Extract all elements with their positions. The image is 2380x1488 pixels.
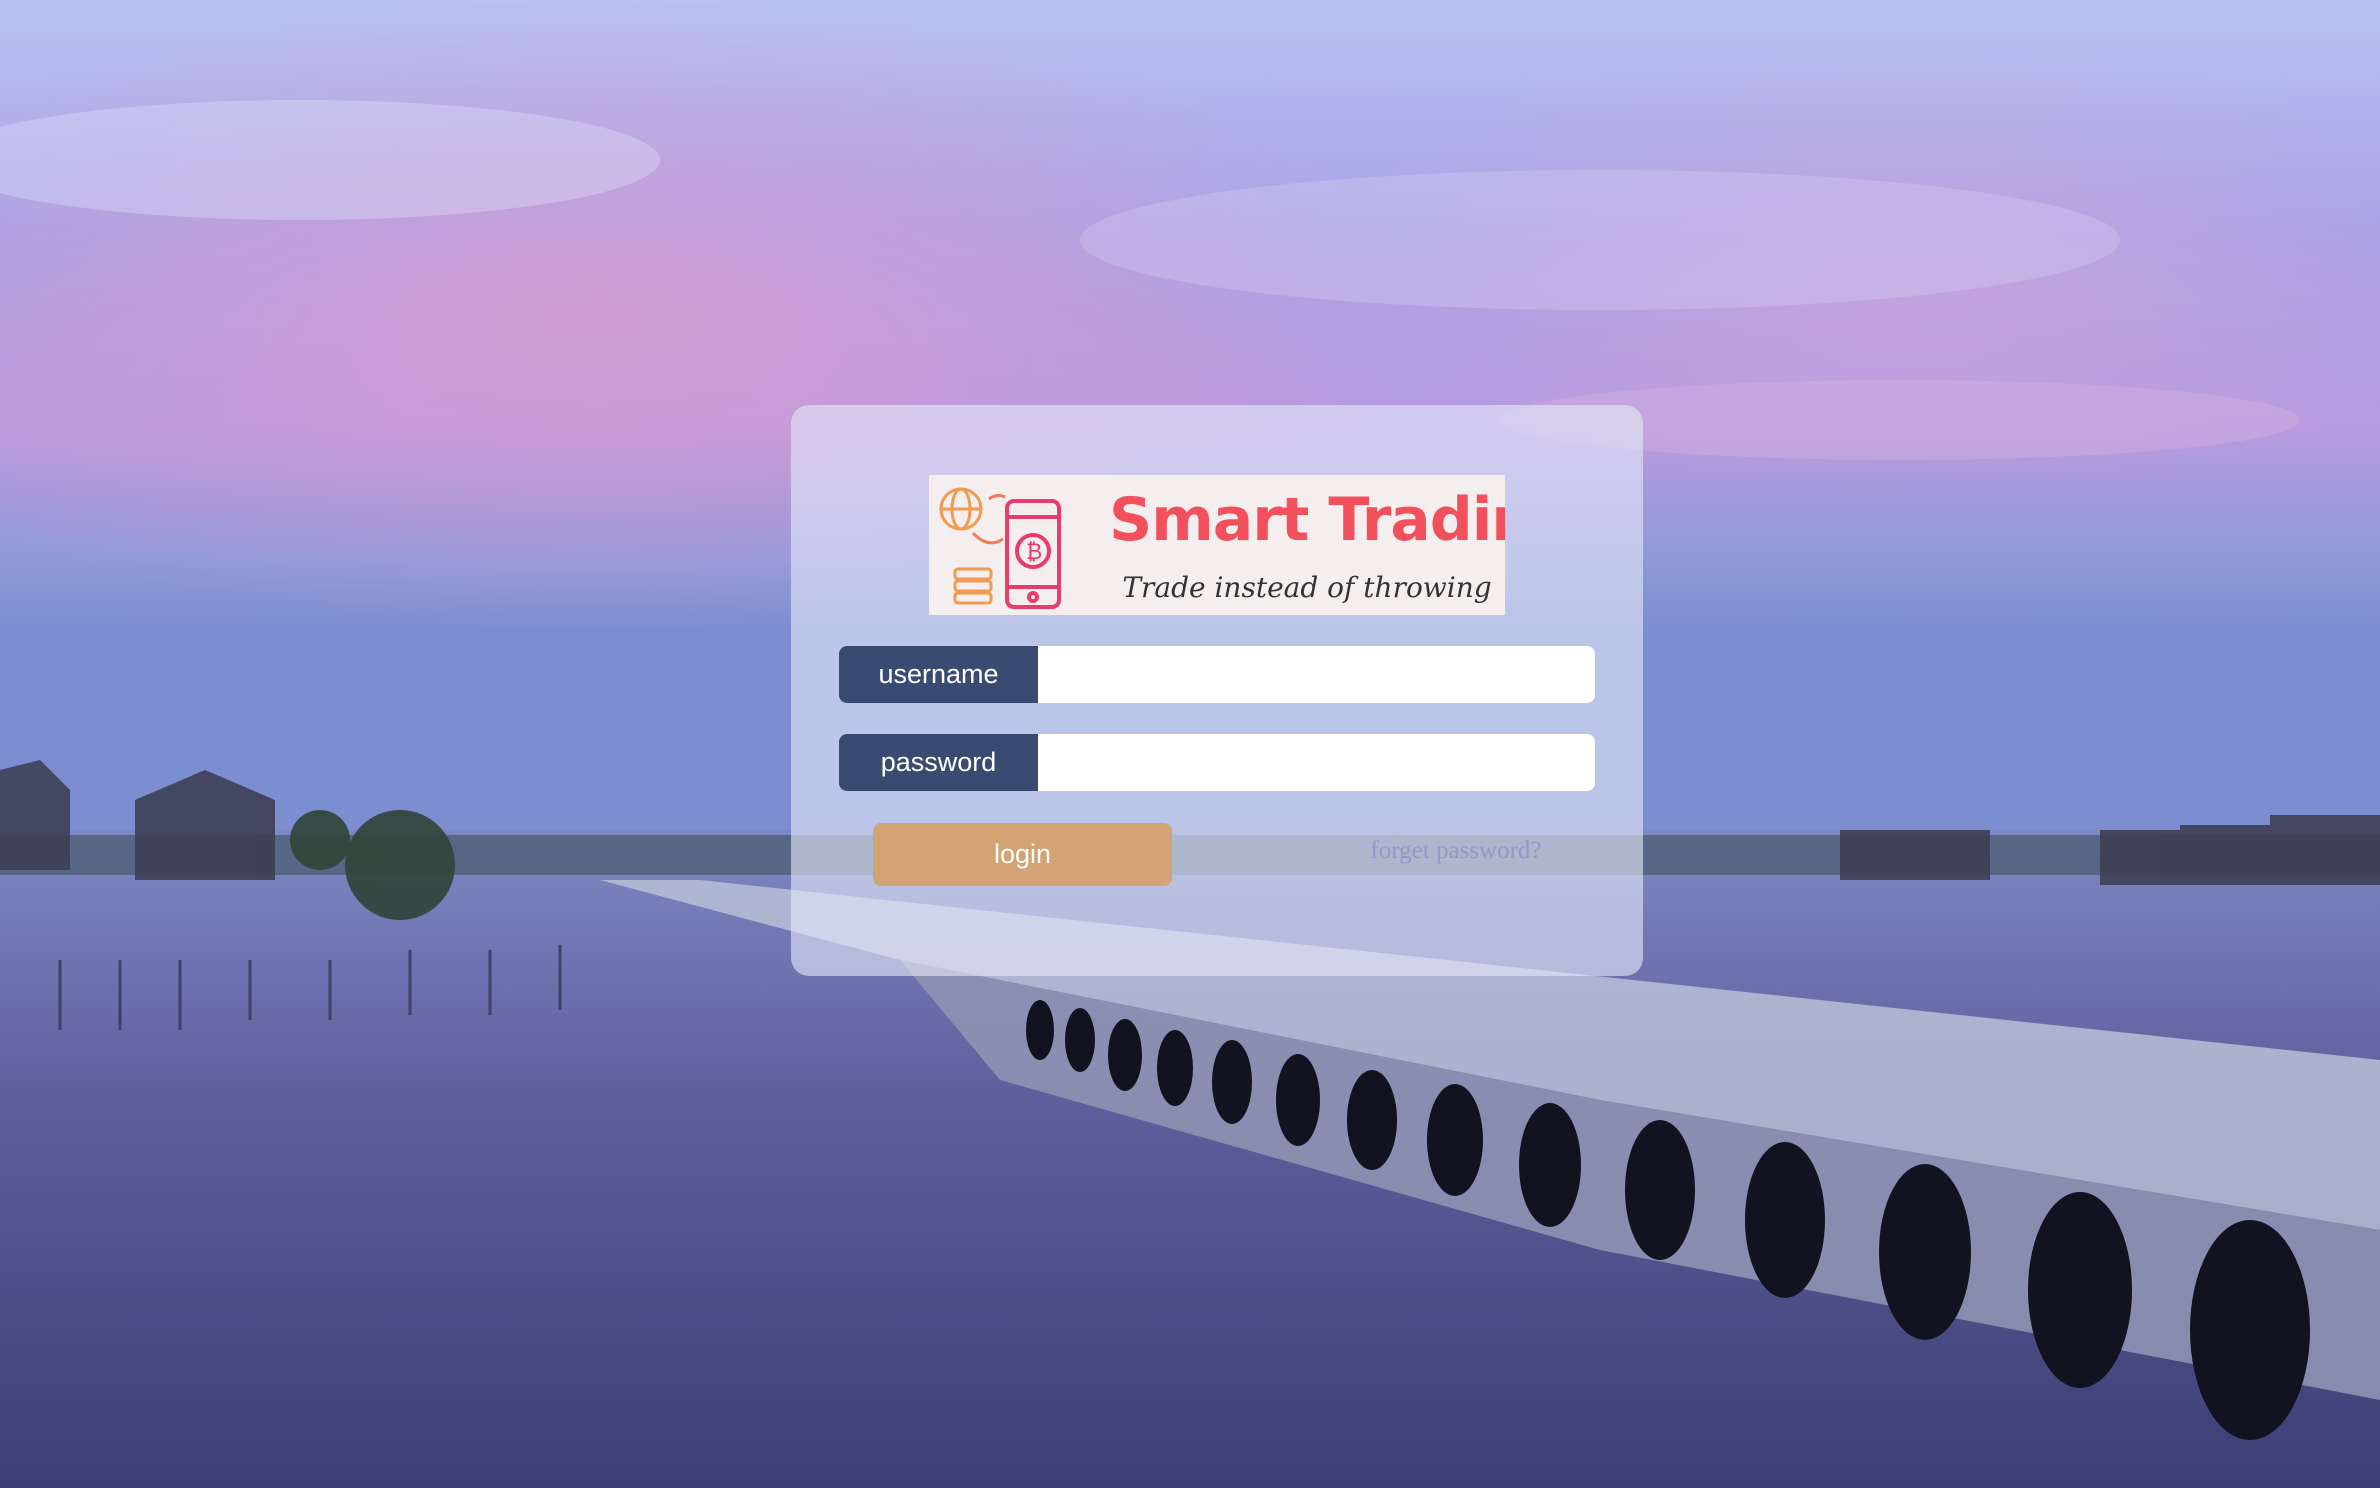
password-field-group: password (839, 734, 1595, 791)
forget-password-link[interactable]: forget password? (1331, 837, 1581, 865)
brand-tagline: Trade instead of throwing (1122, 571, 1492, 604)
brand-title: Smart Trading (1109, 485, 1505, 555)
password-label: password (839, 734, 1038, 791)
coin-stack-icon (953, 567, 993, 605)
brand-logo: ₿ Smart Trading Trade instead of throwin… (929, 475, 1505, 615)
username-input[interactable] (1038, 646, 1595, 703)
logo-graphic: ₿ (939, 487, 1061, 609)
username-field-group: username (839, 646, 1595, 703)
password-input[interactable] (1038, 734, 1595, 791)
globe-icon (939, 487, 983, 531)
bitcoin-phone-icon: ₿ (1005, 499, 1061, 609)
login-button[interactable]: login (873, 823, 1172, 886)
svg-text:₿: ₿ (1026, 540, 1042, 565)
login-card: ₿ Smart Trading Trade instead of throwin… (791, 405, 1643, 976)
username-label: username (839, 646, 1038, 703)
